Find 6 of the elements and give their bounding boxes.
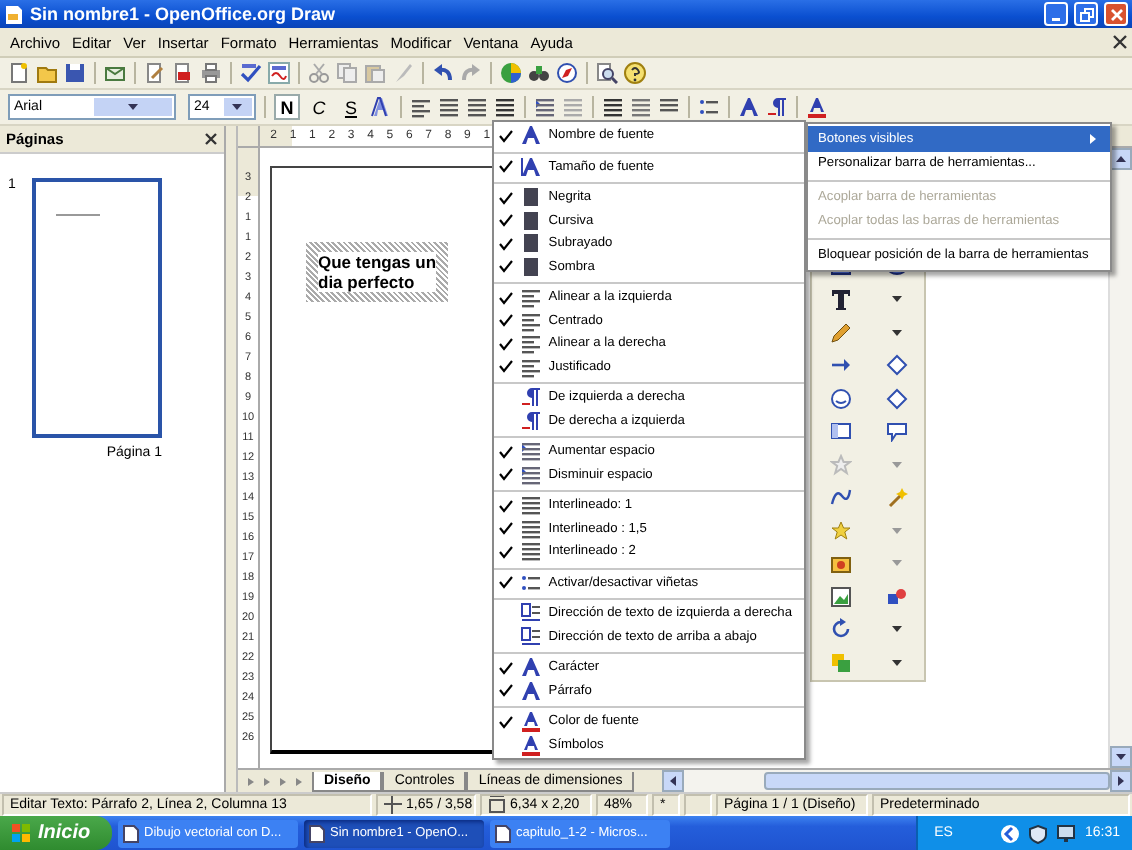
start-button[interactable]: Inicio [0, 816, 112, 850]
italic-button[interactable]: C [306, 94, 332, 120]
bold-button[interactable]: N [274, 94, 300, 120]
text-box[interactable]: Que tengas un dia perfecto [306, 242, 449, 302]
underline-button[interactable]: S [338, 94, 364, 120]
window-title: Sin nombre1 - OpenOffice.org Draw [30, 4, 338, 24]
